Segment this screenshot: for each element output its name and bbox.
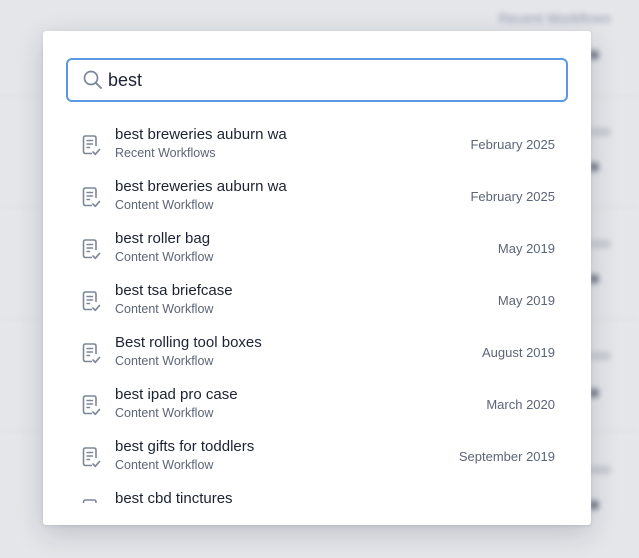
search-icon [82, 69, 104, 91]
results-list: best breweries auburn wa Recent Workflows… [43, 119, 591, 503]
result-item[interactable]: best gifts for toddlers Content Workflow S… [43, 431, 591, 483]
result-item[interactable]: best tsa briefcase Content Workflow May 20… [43, 275, 591, 327]
result-item[interactable]: best breweries auburn wa Content Workflow… [43, 171, 591, 223]
result-title: best gifts for toddlers [115, 438, 255, 455]
search-box[interactable] [66, 58, 568, 102]
result-title: best breweries auburn wa [115, 178, 287, 195]
background-tag [589, 128, 611, 136]
result-item[interactable]: Best rolling tool boxes Content Workflow A… [43, 327, 591, 379]
result-subtitle: Recent Workflows [115, 146, 216, 160]
background-tag [589, 352, 611, 360]
document-check-icon [80, 186, 102, 210]
background-tag [589, 466, 611, 474]
result-date: May 2019 [497, 293, 555, 308]
result-date: February 2025 [470, 189, 555, 204]
document-check-icon [80, 394, 102, 418]
result-subtitle: Content Workflow [115, 406, 214, 420]
result-subtitle: Content Workflow [115, 302, 214, 316]
result-date: September 2019 [458, 449, 555, 464]
result-date: May 2019 [497, 241, 555, 256]
result-title: best cbd tinctures [115, 490, 233, 503]
document-check-icon [80, 446, 102, 470]
result-title: best tsa briefcase [115, 282, 233, 299]
result-subtitle: Content Workflow [115, 458, 214, 472]
result-item[interactable]: best cbd tinctures [43, 483, 591, 503]
document-check-icon [80, 342, 102, 366]
document-check-icon [80, 290, 102, 314]
background-link [0, 236, 3, 254]
search-input[interactable] [108, 66, 548, 94]
document-check-icon [80, 498, 102, 503]
result-subtitle: Content Workflow [115, 354, 214, 368]
background-heading: Recent Workflows [498, 10, 611, 26]
result-title: Best rolling tool boxes [115, 334, 262, 351]
document-check-icon [80, 134, 102, 158]
result-date: March 2020 [486, 397, 555, 412]
background-tag [589, 240, 611, 248]
result-title: best roller bag [115, 230, 211, 247]
search-modal: best breweries auburn wa Recent Workflows… [43, 31, 591, 525]
result-item[interactable]: best breweries auburn wa Recent Workflows… [43, 119, 591, 171]
document-check-icon [80, 238, 102, 262]
result-title: best breweries auburn wa [115, 126, 287, 143]
result-date: August 2019 [481, 345, 555, 360]
result-item[interactable]: best ipad pro case Content Workflow March … [43, 379, 591, 431]
result-subtitle: Content Workflow [115, 250, 214, 264]
result-date: February 2025 [470, 137, 555, 152]
result-item[interactable]: best roller bag Content Workflow May 2019 [43, 223, 591, 275]
result-subtitle: Content Workflow [115, 198, 214, 212]
result-title: best ipad pro case [115, 386, 238, 403]
